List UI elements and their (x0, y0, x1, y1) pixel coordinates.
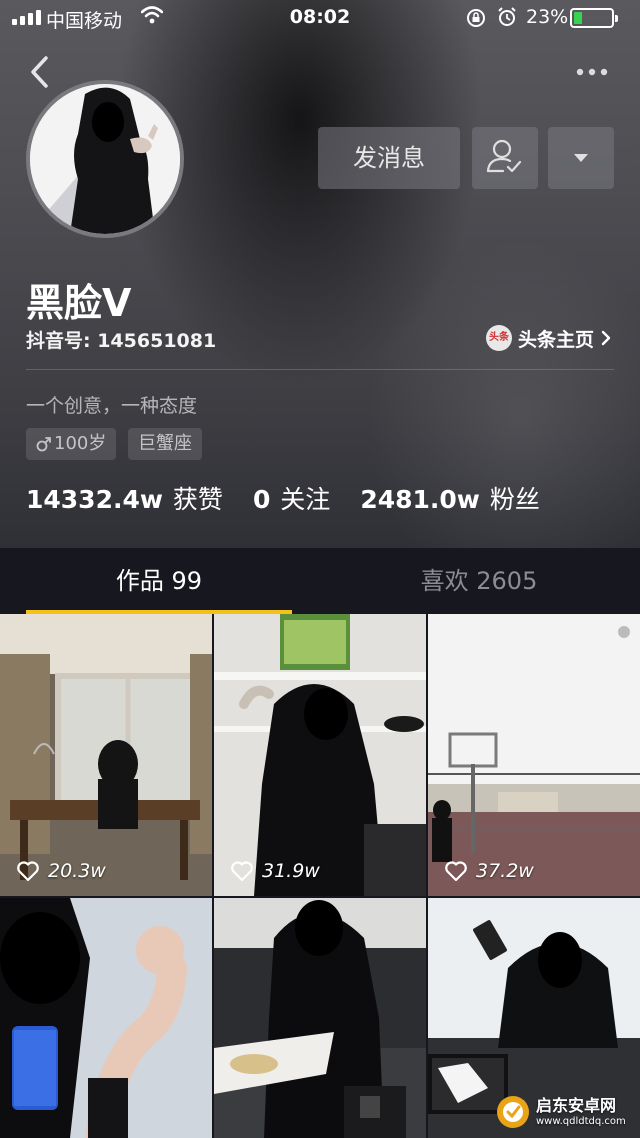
alarm-icon (498, 7, 516, 26)
site-watermark: 启东安卓网 www.qdldtdq.com (496, 1090, 638, 1134)
profile-screen: 中国移动 08:02 23% 发消息 黑脸V 抖音号: 145651081 头条… (0, 0, 640, 1138)
video-thumbnail[interactable] (214, 898, 426, 1138)
video-thumbnail[interactable]: 20.3w (0, 614, 212, 896)
caret-down-icon (574, 154, 588, 162)
person-check-icon (486, 139, 522, 173)
profile-bio: 一个创意，一种态度 (26, 395, 198, 417)
tab-works[interactable]: 作品 99 (26, 548, 292, 614)
avatar[interactable] (26, 80, 184, 238)
video-grid: 20.3w 31.9w 37.2w (0, 614, 640, 1138)
watermark-url: www.qdldtdq.com (536, 1115, 626, 1127)
stat-label: 获赞 (172, 485, 223, 514)
profile-header: 中国移动 08:02 23% 发消息 黑脸V 抖音号: 145651081 头条… (0, 0, 640, 548)
age-tag: 100岁 (26, 428, 117, 460)
video-likes: 37.2w (444, 860, 534, 882)
toutiao-homepage-link[interactable]: 头条 头条主页 (486, 324, 612, 352)
stat-value: 2481.0w (360, 485, 480, 514)
zodiac-tag: 巨蟹座 (128, 428, 202, 460)
battery-fill (574, 12, 582, 24)
watermark-logo-icon (497, 1096, 529, 1128)
toutiao-logo-icon: 头条 (486, 325, 512, 351)
video-likes: 31.9w (230, 860, 320, 882)
video-likes-count: 31.9w (262, 860, 320, 882)
toutiao-link-label: 头条主页 (518, 328, 595, 351)
video-thumbnail[interactable]: 37.2w (428, 614, 640, 896)
video-frame (0, 614, 212, 896)
heart-icon (17, 861, 39, 882)
stat-value: 14332.4w (26, 485, 163, 514)
recommend-dropdown-button[interactable] (548, 127, 614, 189)
back-button[interactable] (26, 54, 54, 90)
age-label: 100岁 (54, 433, 107, 454)
chevron-right-icon (601, 330, 611, 346)
following-stat[interactable]: 0 关注 (253, 480, 330, 516)
video-thumbnail[interactable] (0, 898, 212, 1138)
video-frame (214, 614, 426, 896)
more-options-button[interactable] (574, 62, 610, 82)
stat-value: 0 (252, 485, 271, 514)
video-frame (428, 614, 640, 896)
video-frame (214, 898, 426, 1138)
video-frame (0, 898, 212, 1138)
video-likes-count: 37.2w (476, 860, 534, 882)
battery-percent: 23% (526, 6, 569, 28)
account-id: 抖音号: 145651081 (26, 330, 217, 352)
battery-icon (570, 8, 618, 28)
male-icon (36, 437, 51, 452)
watermark-title: 启东安卓网 (536, 1095, 617, 1115)
video-thumbnail[interactable]: 31.9w (214, 614, 426, 896)
followers-stat[interactable]: 2481.0w 粉丝 (360, 480, 540, 516)
heart-icon (231, 861, 253, 882)
header-divider (26, 369, 614, 370)
avatar-image (30, 84, 180, 234)
send-message-button[interactable]: 发消息 (318, 127, 460, 189)
profile-nickname: 黑脸V (26, 281, 132, 325)
rotation-lock-icon (467, 9, 485, 27)
content-tabs: 作品 99 喜欢 2605 (0, 548, 640, 614)
profile-stats: 14332.4w 获赞 0 关注 2481.0w 粉丝 (26, 480, 540, 516)
video-likes: 20.3w (16, 860, 106, 882)
likes-received-stat: 14332.4w 获赞 (26, 480, 223, 516)
status-bar: 中国移动 08:02 23% (0, 0, 640, 36)
stat-label: 关注 (280, 485, 331, 514)
video-likes-count: 20.3w (48, 860, 106, 882)
follow-status-button[interactable] (472, 127, 538, 189)
stat-label: 粉丝 (489, 485, 540, 514)
heart-icon (445, 861, 467, 882)
tab-likes[interactable]: 喜欢 2605 (346, 548, 612, 614)
zodiac-label: 巨蟹座 (138, 433, 192, 454)
